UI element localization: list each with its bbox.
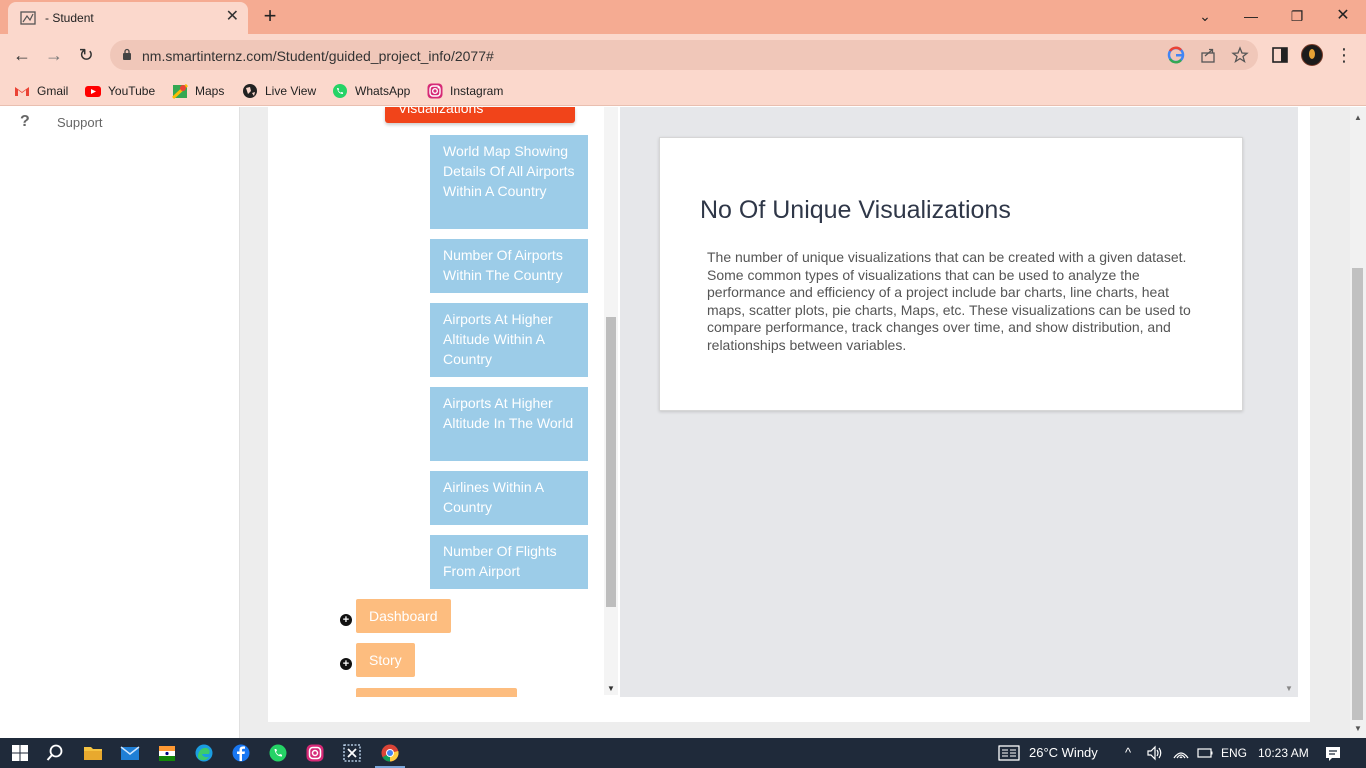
page-favicon-icon	[20, 11, 36, 25]
bookmark-youtube[interactable]: YouTube	[85, 82, 155, 100]
windows-taskbar: 26°C Windy ^ ENG 10:23 AM	[0, 738, 1366, 768]
info-card: No Of Unique Visualizations The number o…	[659, 137, 1243, 411]
tray-chevron-icon[interactable]: ^	[1125, 745, 1131, 760]
tree-scroll-down-icon[interactable]: ▼	[605, 684, 617, 694]
weather-news-icon[interactable]	[998, 744, 1020, 762]
profile-avatar[interactable]	[1301, 44, 1323, 66]
whatsapp-icon[interactable]	[268, 743, 288, 763]
bookmark-whatsapp[interactable]: WhatsApp	[332, 82, 410, 100]
restore-button[interactable]: ❐	[1287, 6, 1307, 26]
snip-icon[interactable]	[342, 743, 362, 763]
tree-subitem-world-map[interactable]: World Map Showing Details Of All Airport…	[430, 135, 588, 229]
tab-close-icon[interactable]: ✕	[226, 8, 239, 26]
language-indicator[interactable]: ENG	[1221, 746, 1247, 760]
left-sidebar: ? Support	[0, 107, 240, 738]
globe-icon	[243, 84, 257, 98]
tab-title: - Student	[45, 11, 94, 25]
bookmark-label: WhatsApp	[355, 84, 411, 98]
browser-tab[interactable]: - Student ✕	[8, 2, 248, 34]
bookmark-instagram[interactable]: Instagram	[427, 82, 503, 100]
google-icon[interactable]	[1167, 46, 1185, 64]
mail-icon[interactable]	[120, 743, 140, 763]
instagram-icon[interactable]	[305, 743, 325, 763]
bookmark-label: Gmail	[37, 84, 69, 98]
lock-icon[interactable]	[122, 48, 132, 60]
bookmark-label: Instagram	[450, 84, 504, 98]
tree-subitem-high-altitude-country[interactable]: Airports At Higher Altitude Within A Cou…	[430, 303, 588, 377]
bookmark-live-view[interactable]: Live View	[242, 82, 316, 100]
star-icon[interactable]	[1231, 46, 1249, 64]
bookmark-label: YouTube	[108, 84, 156, 98]
back-button[interactable]: ←	[11, 44, 33, 66]
side-panel-icon[interactable]	[1270, 45, 1290, 65]
page-scroll-down-icon[interactable]: ▼	[1352, 724, 1364, 734]
help-icon: ?	[20, 113, 30, 130]
browser-tab-strip: - Student ✕ + ⌄ — ❐ ✕	[0, 0, 1366, 34]
windows-start-icon[interactable]	[10, 743, 30, 763]
search-icon[interactable]	[45, 743, 65, 763]
close-window-button[interactable]: ✕	[1333, 6, 1353, 26]
page-scrollbar-thumb[interactable]	[1352, 268, 1363, 720]
minimize-button[interactable]: —	[1241, 6, 1261, 26]
file-explorer-icon[interactable]	[83, 743, 103, 763]
youtube-icon	[85, 86, 101, 97]
address-bar[interactable]: nm.smartinternz.com/Student/guided_proje…	[110, 40, 1258, 70]
info-card-title: No Of Unique Visualizations	[700, 196, 1011, 224]
wifi-icon[interactable]	[1172, 744, 1190, 762]
clock-time[interactable]: 10:23 AM	[1258, 746, 1309, 760]
tab-search-dropdown-icon[interactable]: ⌄	[1195, 6, 1215, 26]
more-menu-icon[interactable]: ⋮	[1334, 45, 1354, 65]
bookmarks-bar: Gmail YouTube Maps Live View WhatsApp In…	[0, 76, 1366, 106]
tree-section-dashboard: + Dashboard	[340, 599, 451, 633]
whatsapp-icon	[333, 84, 347, 98]
expand-plus-icon[interactable]: +	[340, 657, 352, 670]
volume-icon[interactable]	[1146, 744, 1164, 762]
share-icon[interactable]	[1199, 46, 1217, 64]
page-scroll-up-icon[interactable]: ▲	[1352, 113, 1364, 123]
facebook-icon[interactable]	[231, 743, 251, 763]
tree-subitem-airport-count[interactable]: Number Of Airports Within The Country	[430, 239, 588, 293]
gmail-icon	[15, 87, 29, 96]
bookmark-maps[interactable]: Maps	[172, 82, 224, 100]
forward-button[interactable]: →	[43, 44, 65, 66]
browser-toolbar: ← → ↻ nm.smartinternz.com/Student/guided…	[0, 34, 1366, 76]
tree-section-story: + Story	[340, 643, 415, 677]
maps-icon	[172, 83, 188, 99]
flag-app-icon[interactable]	[157, 743, 177, 763]
bookmark-label: Maps	[195, 84, 225, 98]
info-card-description: The number of unique visualizations that…	[707, 249, 1191, 353]
weather-text[interactable]: 26°C Windy	[1029, 745, 1098, 760]
url-text[interactable]: nm.smartinternz.com/Student/guided_proje…	[142, 48, 494, 64]
new-tab-button[interactable]: +	[260, 5, 280, 27]
chrome-icon[interactable]	[380, 743, 400, 763]
tree-subitem-flights-from-airport[interactable]: Number Of Flights From Airport	[430, 535, 588, 589]
tree-section-next-partial[interactable]	[356, 688, 517, 697]
edge-icon[interactable]	[194, 743, 214, 763]
reload-button[interactable]: ↻	[75, 44, 97, 66]
tree-subitem-airlines-country[interactable]: Airlines Within A Country	[430, 471, 588, 525]
tree-scrollbar-thumb[interactable]	[606, 317, 616, 607]
battery-icon[interactable]	[1196, 744, 1214, 762]
detail-scroll-down-icon[interactable]: ▼	[1283, 684, 1295, 694]
story-button[interactable]: Story	[356, 643, 415, 677]
bookmark-label: Live View	[265, 84, 317, 98]
dashboard-button[interactable]: Dashboard	[356, 599, 451, 633]
bookmark-gmail[interactable]: Gmail	[14, 82, 68, 100]
sidebar-item-label: Support	[57, 114, 103, 130]
expand-plus-icon[interactable]: +	[340, 613, 352, 626]
notifications-icon[interactable]	[1324, 744, 1342, 762]
tree-item-label: Visualizations	[398, 107, 484, 116]
tree-subitem-high-altitude-world[interactable]: Airports At Higher Altitude In The World	[430, 387, 588, 461]
sidebar-item-support[interactable]: ? Support	[20, 113, 103, 131]
tree-item-visualizations-active[interactable]: Visualizations	[385, 107, 575, 123]
instagram-icon	[427, 83, 443, 99]
